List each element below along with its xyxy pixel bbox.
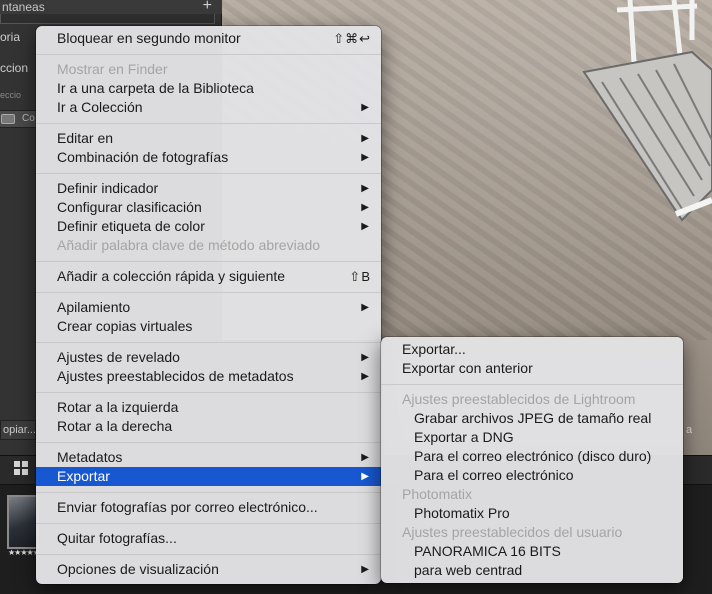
panel-row-1[interactable]: oria <box>0 30 40 44</box>
submenu-item-export[interactable]: Exportar... <box>381 340 683 359</box>
menu-item-rotate-left[interactable]: Rotar a la izquierda <box>36 398 381 417</box>
chevron-right-icon: ▶ <box>361 102 369 113</box>
menu-item-label: Apilamiento <box>57 299 131 315</box>
menu-separator <box>36 392 381 393</box>
copy-button[interactable]: opiar... <box>0 420 36 440</box>
menu-separator <box>36 54 381 55</box>
shortcut-label: ⇧⌘↩ <box>333 31 371 46</box>
export-submenu: Exportar... Exportar con anterior Ajuste… <box>381 337 683 583</box>
menu-item-export[interactable]: Exportar ▶ <box>36 467 381 486</box>
menu-item-label: Combinación de fotografías <box>57 149 229 165</box>
menu-item-set-color-label[interactable]: Definir etiqueta de color ▶ <box>36 217 381 236</box>
menu-item-remove-photos[interactable]: Quitar fotografías... <box>36 529 381 548</box>
menu-separator <box>36 523 381 524</box>
chevron-right-icon: ▶ <box>361 564 369 575</box>
menu-separator <box>36 173 381 174</box>
chevron-right-icon: ▶ <box>361 452 369 463</box>
menu-item-set-flag[interactable]: Definir indicador ▶ <box>36 179 381 198</box>
menu-item-add-to-quick-collection[interactable]: Añadir a colección rápida y siguiente ⇧B <box>36 267 381 286</box>
chevron-right-icon: ▶ <box>361 221 369 232</box>
menu-item-go-to-collection[interactable]: Ir a Colección ▶ <box>36 98 381 117</box>
filmstrip-thumbnail[interactable] <box>7 495 39 549</box>
menu-item-set-rating[interactable]: Configurar clasificación ▶ <box>36 198 381 217</box>
submenu-item-email-hard-drive[interactable]: Para el correo electrónico (disco duro) <box>381 447 683 466</box>
chevron-right-icon: ▶ <box>361 152 369 163</box>
menu-item-stacking[interactable]: Apilamiento ▶ <box>36 298 381 317</box>
submenu-item-panoramica[interactable]: PANORAMICA 16 BITS <box>381 542 683 561</box>
menu-item-rotate-right[interactable]: Rotar a la derecha <box>36 417 381 436</box>
chevron-right-icon: ▶ <box>361 183 369 194</box>
menu-item-show-in-finder: Mostrar en Finder <box>57 61 168 77</box>
menu-item-label: Metadatos <box>57 449 123 465</box>
menu-item-label: Bloquear en segundo monitor <box>57 30 241 46</box>
submenu-header-lightroom-presets: Ajustes preestablecidos de Lightroom <box>402 391 636 407</box>
menu-item-lock-second-monitor[interactable]: Bloquear en segundo monitor ⇧⌘↩ <box>36 29 381 48</box>
menu-separator <box>36 492 381 493</box>
collection-strip[interactable]: Co <box>0 110 36 128</box>
menu-item-go-to-folder[interactable]: Ir a una carpeta de la Biblioteca <box>36 79 381 98</box>
chevron-right-icon: ▶ <box>361 471 369 482</box>
chevron-right-icon: ▶ <box>361 352 369 363</box>
menu-separator <box>36 342 381 343</box>
chevron-right-icon: ▶ <box>361 202 369 213</box>
menu-item-label: Definir etiqueta de color <box>57 218 205 234</box>
menu-item-create-virtual-copies[interactable]: Crear copias virtuales <box>36 317 381 336</box>
menu-item-label: Configurar clasificación <box>57 199 202 215</box>
panel-row-3: eccio <box>0 90 22 100</box>
menu-item-label: Ir a Colección <box>57 99 143 115</box>
chevron-right-icon: ▶ <box>361 371 369 382</box>
menu-item-metadata-presets[interactable]: Ajustes preestablecidos de metadatos ▶ <box>36 367 381 386</box>
menu-item-label: Exportar <box>57 468 110 484</box>
submenu-header-user-presets: Ajustes preestablecidos del usuario <box>402 524 623 540</box>
panel-row-2[interactable]: ccion <box>0 61 40 75</box>
submenu-item-export-dng[interactable]: Exportar a DNG <box>381 428 683 447</box>
panel-header-label: ntaneas <box>2 0 45 14</box>
context-menu: Bloquear en segundo monitor ⇧⌘↩ Mostrar … <box>36 26 381 584</box>
submenu-item-jpeg-full[interactable]: Grabar archivos JPEG de tamaño real <box>381 409 683 428</box>
menu-item-label: Ajustes de revelado <box>57 349 180 365</box>
deck-shape <box>582 50 712 222</box>
shortcut-label: ⇧B <box>349 269 371 284</box>
menu-item-add-shortcut-keyword: Añadir palabra clave de método abreviado <box>57 237 321 253</box>
menu-item-edit-in[interactable]: Editar en ▶ <box>36 129 381 148</box>
chevron-right-icon: ▶ <box>361 133 369 144</box>
menu-separator <box>36 123 381 124</box>
menu-separator <box>36 554 381 555</box>
menu-item-develop-settings[interactable]: Ajustes de revelado ▶ <box>36 348 381 367</box>
panel-box <box>0 14 215 24</box>
submenu-item-email[interactable]: Para el correo electrónico <box>381 466 683 485</box>
submenu-item-web-centrad[interactable]: para web centrad <box>381 561 683 580</box>
menu-item-metadata[interactable]: Metadatos ▶ <box>36 448 381 467</box>
menu-separator <box>36 261 381 262</box>
menu-separator <box>36 292 381 293</box>
collection-strip-label: Co <box>22 113 35 124</box>
add-icon[interactable]: + <box>203 0 212 14</box>
rating-stars: ★★★★★ <box>8 548 40 557</box>
grid-icon[interactable] <box>14 461 28 475</box>
menu-item-label: Ajustes preestablecidos de metadatos <box>57 368 294 384</box>
chevron-right-icon: ▶ <box>361 302 369 313</box>
menu-item-photo-merge[interactable]: Combinación de fotografías ▶ <box>36 148 381 167</box>
menu-separator <box>36 442 381 443</box>
menu-item-view-options[interactable]: Opciones de visualización ▶ <box>36 560 381 579</box>
menu-item-label: Editar en <box>57 130 114 146</box>
submenu-item-export-previous[interactable]: Exportar con anterior <box>381 359 683 378</box>
panel-header[interactable]: ntaneas + <box>0 0 222 14</box>
menu-item-label: Definir indicador <box>57 180 159 196</box>
collection-icon <box>1 114 15 124</box>
menu-item-label: Añadir a colección rápida y siguiente <box>57 268 286 284</box>
submenu-item-photomatix-pro[interactable]: Photomatix Pro <box>381 504 683 523</box>
menu-item-label: Opciones de visualización <box>57 561 219 577</box>
submenu-header-photomatix: Photomatix <box>402 486 473 502</box>
truncated-label: a <box>686 424 693 436</box>
menu-separator <box>381 384 683 385</box>
menu-item-email-photos[interactable]: Enviar fotografías por correo electrónic… <box>36 498 381 517</box>
